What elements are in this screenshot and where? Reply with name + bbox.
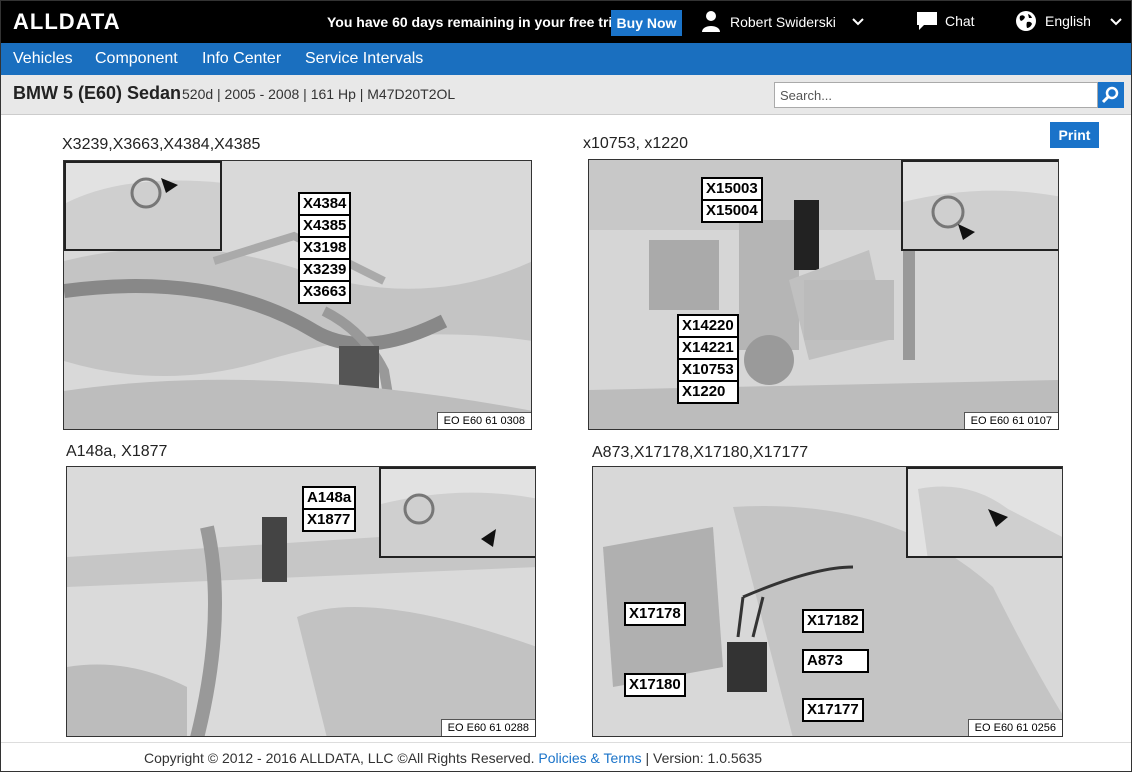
buy-now-button[interactable]: Buy Now	[611, 10, 682, 36]
footer: Copyright © 2012 - 2016 ALLDATA, LLC ©Al…	[1, 742, 1131, 771]
callout-label-box: A873	[802, 649, 869, 673]
callout-label: X4384	[300, 194, 350, 216]
dashboard-inset-illustration	[903, 162, 1058, 249]
callout-label-box: X17177	[802, 698, 864, 722]
nav-service-intervals[interactable]: Service Intervals	[305, 50, 423, 68]
connector-callout-list: X15003 X15004	[701, 177, 763, 223]
diagram-panel[interactable]: A148a X1877 EO E60 61 0288	[66, 466, 536, 737]
callout-label: X4385	[300, 216, 350, 238]
callout-label: X3239	[300, 260, 350, 282]
figure-reference: EO E60 61 0256	[967, 719, 1062, 736]
version-text: | Version: 1.0.5635	[645, 750, 763, 766]
location-inset	[379, 467, 535, 558]
main-nav: Vehicles Component Info Center Service I…	[1, 43, 1131, 75]
connector-callout-list: X4384 X4385 X3198 X3239 X3663	[298, 192, 352, 304]
dashboard-inset-illustration	[381, 469, 535, 556]
callout-label: X17182	[807, 612, 859, 629]
vehicle-bar: BMW 5 (E60) Sedan 520d | 2005 - 2008 | 1…	[1, 75, 1131, 115]
callout-label: A873	[807, 652, 843, 669]
search-input[interactable]	[774, 82, 1098, 108]
app-window: ALLDATA You have 60 days remaining in yo…	[0, 0, 1132, 772]
callout-label-box: X17180	[624, 673, 686, 697]
search-icon	[1101, 86, 1119, 104]
callout-label: X15004	[706, 202, 758, 219]
language-label[interactable]: English	[1045, 13, 1091, 29]
connector-callout-list: A148a X1877	[302, 486, 357, 532]
top-bar: ALLDATA You have 60 days remaining in yo…	[1, 1, 1131, 43]
callout-label: X15003	[703, 179, 761, 201]
user-name[interactable]: Robert Swiderski	[730, 14, 836, 30]
vehicle-details: 520d | 2005 - 2008 | 161 Hp | M47D20T2OL	[182, 86, 456, 102]
callout-label-box: X17178	[624, 602, 686, 626]
footer-text: Copyright © 2012 - 2016 ALLDATA, LLC ©Al…	[144, 750, 762, 766]
print-button[interactable]: Print	[1050, 122, 1099, 148]
vehicle-title: BMW 5 (E60) Sedan	[13, 83, 182, 103]
figure-reference: EO E60 61 0308	[436, 412, 531, 429]
location-inset	[901, 160, 1058, 251]
connector-callout-list: X14220 X14221 X10753 X1220	[677, 314, 739, 404]
callout-label: X3198	[300, 238, 350, 260]
globe-icon[interactable]	[1015, 10, 1037, 32]
panel-title: x10753, x1220	[583, 135, 688, 152]
search-button[interactable]	[1098, 82, 1124, 108]
dashboard-inset-illustration	[66, 163, 220, 249]
diagram-panel[interactable]: X17178 X17182 A873 X17180 X17177 EO E60 …	[592, 466, 1063, 737]
callout-label: X17177	[807, 701, 859, 718]
nav-component[interactable]: Component	[95, 50, 178, 68]
copyright-text: Copyright © 2012 - 2016 ALLDATA, LLC ©Al…	[144, 750, 535, 766]
panel-title: A873,X17178,X17180,X17177	[592, 444, 809, 461]
location-inset	[906, 467, 1062, 558]
user-chevron-down-icon[interactable]	[851, 15, 865, 29]
location-inset	[64, 161, 222, 251]
policies-terms-link[interactable]: Policies & Terms	[538, 750, 641, 766]
nav-info-center[interactable]: Info Center	[202, 50, 281, 68]
callout-label: X10753	[679, 360, 737, 382]
callout-label-box: X17182	[802, 609, 864, 633]
callout-label: X14220	[679, 316, 737, 338]
chat-label[interactable]: Chat	[945, 13, 975, 29]
callout-label: X1220	[682, 383, 726, 400]
alldata-logo[interactable]: ALLDATA	[13, 9, 121, 35]
trunk-inset-illustration	[908, 469, 1062, 556]
figure-reference: EO E60 61 0288	[440, 719, 535, 736]
figure-reference: EO E60 61 0107	[963, 412, 1058, 429]
callout-label: X17178	[629, 605, 681, 622]
diagram-panel[interactable]: X15003 X15004 X14220 X14221 X10753 X1220…	[588, 159, 1059, 430]
panel-title: X3239,X3663,X4384,X4385	[62, 136, 261, 153]
callout-label: X1877	[307, 511, 351, 528]
callout-label: X14221	[679, 338, 737, 360]
callout-label: A148a	[304, 488, 355, 510]
nav-vehicles[interactable]: Vehicles	[13, 50, 73, 68]
panel-title: A148a, X1877	[66, 443, 168, 460]
diagram-panel[interactable]: X4384 X4385 X3198 X3239 X3663 EO E60 61 …	[63, 160, 532, 430]
callout-label: X17180	[629, 676, 681, 693]
trial-message: You have 60 days remaining in your free …	[327, 14, 624, 30]
language-chevron-down-icon[interactable]	[1109, 15, 1123, 29]
chat-icon[interactable]	[916, 11, 938, 31]
user-icon[interactable]	[701, 10, 721, 32]
callout-label: X3663	[303, 283, 347, 300]
